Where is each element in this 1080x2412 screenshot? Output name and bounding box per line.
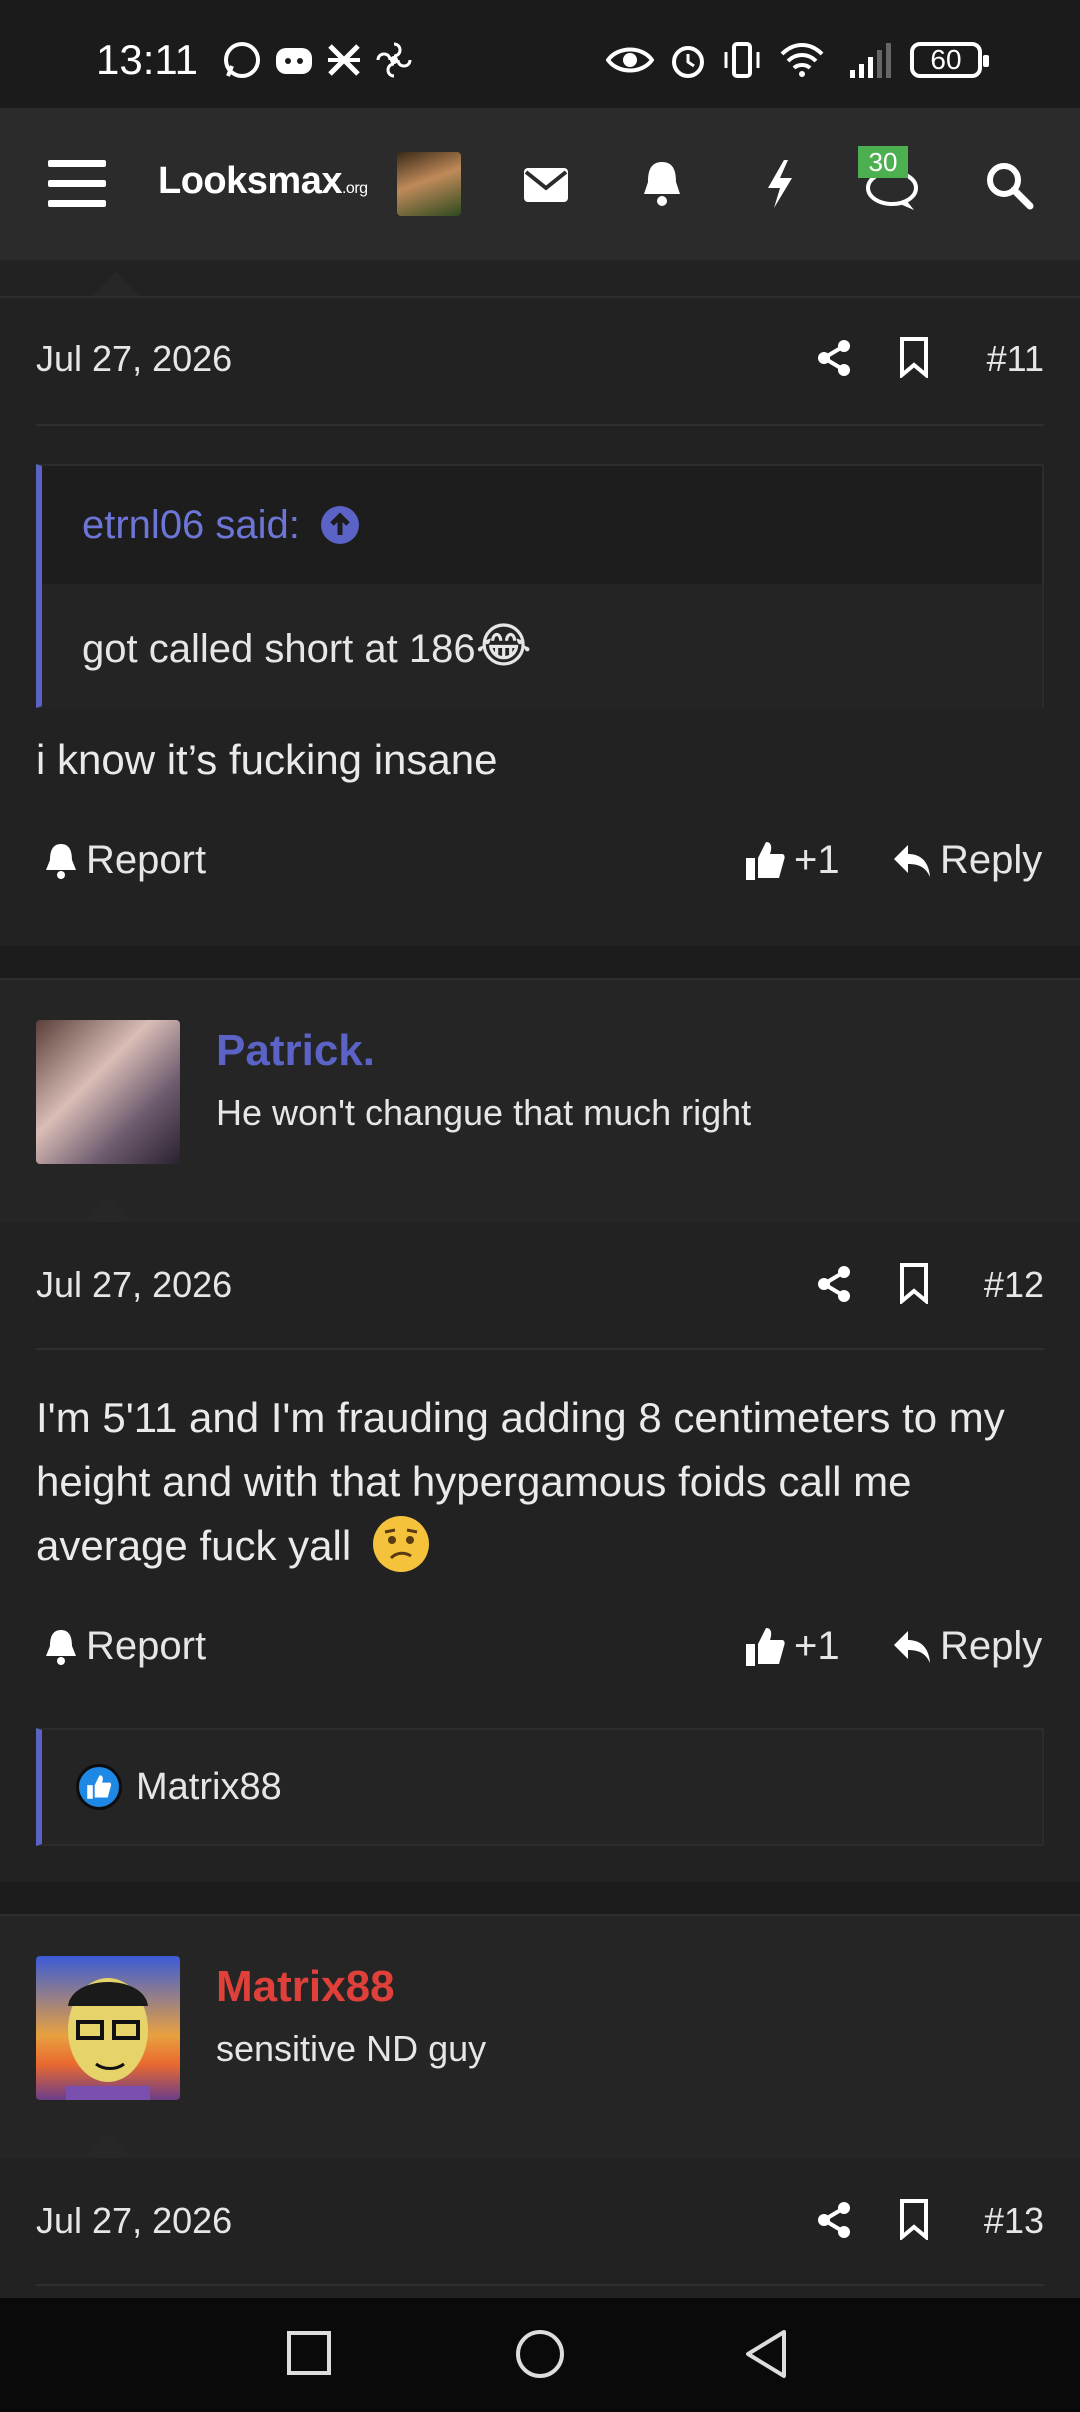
signal-icon — [850, 43, 891, 78]
reply-icon — [894, 844, 930, 877]
post-number[interactable]: #11 — [987, 338, 1044, 380]
post-divider — [36, 2284, 1044, 2286]
quote-block: etrnl06 said: got called short at 186😂 — [36, 464, 1044, 708]
user-card-matrix88: Matrix88 sensitive ND guy — [0, 1914, 1080, 2158]
worried-face-emoji — [372, 1516, 429, 1572]
logo-text: Looksmax — [158, 160, 342, 202]
reply-button[interactable]: Reply — [892, 1624, 1042, 1669]
vibrate-icon — [724, 42, 760, 78]
post-number[interactable]: #12 — [984, 1264, 1044, 1306]
bookmark-icon[interactable] — [898, 1262, 930, 1304]
bell-icon[interactable] — [640, 158, 684, 208]
bell-small-icon — [46, 1629, 76, 1665]
post-date[interactable]: Jul 27, 2026 — [36, 2200, 232, 2242]
like-button[interactable]: +1 — [744, 1624, 840, 1669]
status-time: 13:11 — [96, 36, 198, 83]
status-bar: 13:11 60 — [0, 0, 1080, 108]
share-icon[interactable] — [814, 338, 854, 378]
post-divider — [36, 1348, 1044, 1350]
share-icon[interactable] — [814, 2200, 854, 2240]
fan-icon — [376, 42, 412, 78]
search-icon[interactable] — [984, 160, 1034, 210]
post-number[interactable]: #13 — [984, 2200, 1044, 2242]
battery-indicator: 60 — [910, 42, 989, 78]
quote-author[interactable]: etrnl06 said: — [82, 503, 300, 548]
quote-text: got called short at 186 — [82, 627, 476, 671]
system-navigation-bar — [0, 2298, 1080, 2412]
avatar[interactable] — [36, 1956, 180, 2100]
post-pointer — [92, 272, 140, 296]
post-11: Jul 27, 2026 #11 etrnl06 said: got calle… — [0, 262, 1080, 946]
reply-label: Reply — [940, 838, 1043, 882]
post-date[interactable]: Jul 27, 2026 — [36, 1264, 232, 1306]
username[interactable]: Patrick. — [216, 1026, 375, 1076]
reactions-bar[interactable]: Matrix88 — [36, 1728, 1044, 1846]
logo-suffix: .org — [341, 180, 368, 197]
arrow-up-circle-icon[interactable] — [320, 505, 360, 545]
reply-button[interactable]: Reply — [892, 838, 1042, 883]
user-avatar-button[interactable] — [397, 152, 461, 216]
quote-body: got called short at 186😂 — [42, 584, 1042, 708]
post-divider — [36, 424, 1044, 426]
reply-icon — [894, 1630, 930, 1663]
wifi-icon — [780, 43, 824, 77]
like-count: +1 — [794, 1624, 840, 1668]
thumbs-up-icon — [746, 1627, 785, 1666]
recent-apps-button[interactable] — [286, 2330, 332, 2376]
top-navigation-bar: Looksmax.org 30 — [0, 108, 1080, 262]
report-label: Report — [86, 1624, 207, 1668]
x-app-icon — [328, 44, 360, 76]
conversations-badge: 30 — [858, 146, 908, 178]
report-button[interactable]: Report — [44, 838, 206, 883]
like-count: +1 — [794, 838, 840, 882]
alarm-icon — [672, 46, 704, 78]
report-label: Report — [86, 838, 207, 882]
site-logo[interactable]: Looksmax.org — [158, 160, 368, 203]
user-title: He won't changue that much right — [216, 1092, 752, 1133]
bell-small-icon — [46, 843, 76, 879]
wojak-avatar-icon — [66, 1978, 150, 2100]
lightning-icon[interactable] — [764, 158, 796, 210]
post-body: i know it’s fucking insane — [36, 736, 498, 783]
report-button[interactable]: Report — [44, 1624, 206, 1669]
eye-icon — [606, 47, 654, 73]
reaction-user[interactable]: Matrix88 — [136, 1766, 282, 1809]
post-body: I'm 5'11 and I'm frauding adding 8 centi… — [36, 1386, 1046, 1578]
thumbs-up-icon — [746, 841, 785, 880]
back-button[interactable] — [742, 2328, 790, 2380]
post-pointer — [84, 2134, 132, 2158]
menu-icon[interactable] — [46, 156, 108, 212]
reply-label: Reply — [940, 1624, 1043, 1668]
crying-laughing-emoji: 😂 — [475, 620, 532, 673]
discord-icon — [276, 48, 312, 74]
post-date[interactable]: Jul 27, 2026 — [36, 338, 232, 380]
bookmark-icon[interactable] — [898, 2198, 930, 2240]
share-icon[interactable] — [814, 1264, 854, 1304]
username[interactable]: Matrix88 — [216, 1962, 395, 2012]
whatsapp-icon — [224, 42, 260, 78]
post-pointer — [84, 1198, 132, 1222]
bookmark-icon[interactable] — [898, 336, 930, 378]
home-button[interactable] — [514, 2328, 566, 2380]
post-body-text: I'm 5'11 and I'm frauding adding 8 centi… — [36, 1394, 1005, 1569]
avatar[interactable] — [36, 1020, 180, 1164]
like-reaction-icon — [76, 1764, 122, 1810]
quote-header[interactable]: etrnl06 said: — [42, 466, 1042, 584]
like-button[interactable]: +1 — [744, 838, 840, 883]
inbox-icon[interactable] — [522, 166, 570, 204]
post-12: Jul 27, 2026 #12 I'm 5'11 and I'm fraudi… — [0, 1198, 1080, 1882]
user-card-patrick: Patrick. He won't changue that much righ… — [0, 978, 1080, 1222]
post-13: Jul 27, 2026 #13 — [0, 2134, 1080, 2298]
user-title: sensitive ND guy — [216, 2028, 487, 2069]
